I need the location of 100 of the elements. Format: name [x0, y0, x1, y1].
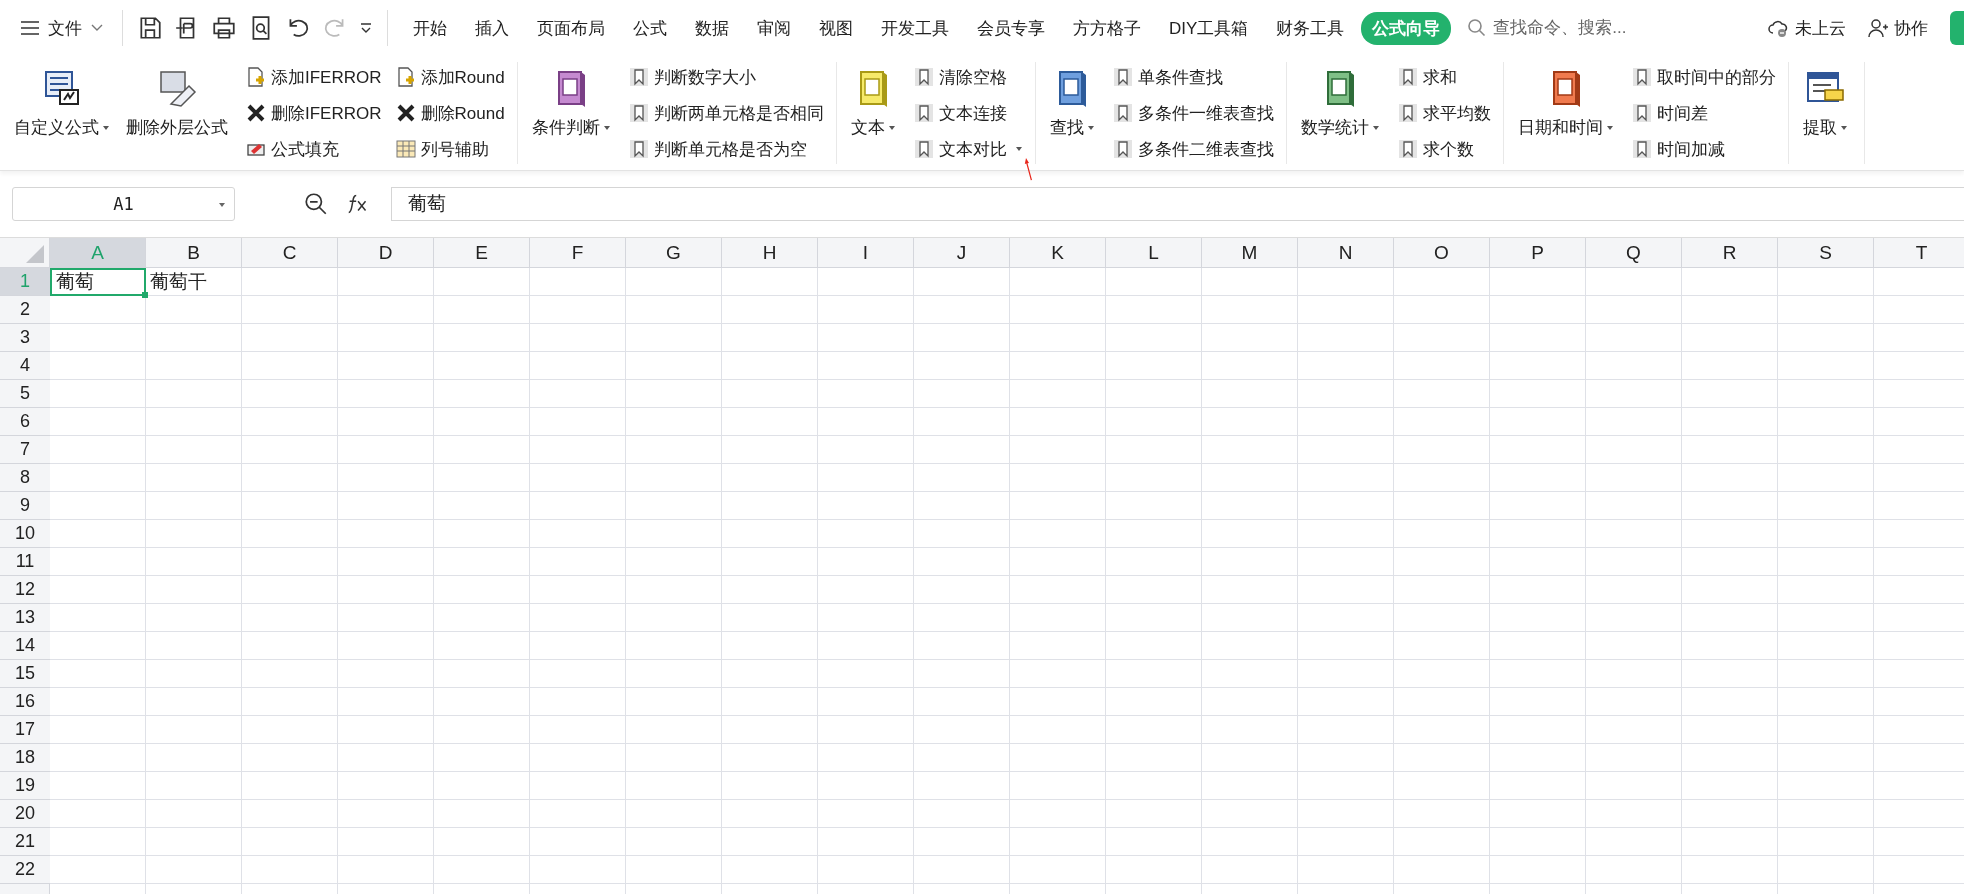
row-header[interactable]: 8 — [0, 464, 50, 492]
menu-tab[interactable]: 财务工具 — [1265, 11, 1356, 45]
column-header[interactable]: Q — [1586, 238, 1682, 268]
bookmark-icon — [913, 103, 934, 123]
collaborate-button[interactable]: 协作 — [1868, 16, 1928, 40]
bookmark-icon — [1112, 139, 1133, 159]
column-header[interactable]: C — [242, 238, 338, 268]
row-header[interactable]: 13 — [0, 604, 50, 632]
row-header[interactable]: 6 — [0, 408, 50, 436]
column-header[interactable]: M — [1202, 238, 1298, 268]
row-header[interactable]: 21 — [0, 828, 50, 856]
zoom-icon[interactable] — [303, 191, 329, 217]
menu-tab[interactable]: 公式 — [622, 11, 678, 45]
file-menu[interactable]: 文件 — [16, 12, 108, 44]
column-header[interactable]: P — [1490, 238, 1586, 268]
ribbon-button[interactable]: 删除外层公式 — [122, 62, 232, 164]
column-header[interactable]: R — [1682, 238, 1778, 268]
column-header[interactable]: O — [1394, 238, 1490, 268]
ribbon-button[interactable]: 多条件二维表查找 — [1112, 134, 1274, 164]
menu-tab[interactable]: 方方格子 — [1062, 11, 1152, 45]
menu-tab[interactable]: 开始 — [402, 11, 458, 45]
column-header[interactable]: G — [626, 238, 722, 268]
row-header[interactable]: 15 — [0, 660, 50, 688]
row-header[interactable]: 7 — [0, 436, 50, 464]
ribbon-button[interactable]: 添加IFERROR — [246, 62, 382, 92]
column-header[interactable]: D — [338, 238, 434, 268]
caret-icon — [1014, 145, 1023, 153]
row-header[interactable]: 2 — [0, 296, 50, 324]
row-header[interactable]: 19 — [0, 772, 50, 800]
eraser-icon — [157, 68, 197, 108]
ribbon-button[interactable]: 条件判断 — [527, 62, 615, 164]
menu-tab[interactable]: 审阅 — [746, 11, 802, 45]
column-header[interactable]: E — [434, 238, 530, 268]
row-header[interactable]: 3 — [0, 324, 50, 352]
row-header[interactable]: 10 — [0, 520, 50, 548]
ribbon-button[interactable]: 删除Round — [395, 98, 505, 128]
row-header[interactable]: 14 — [0, 632, 50, 660]
caret-icon — [1839, 123, 1848, 132]
column-header[interactable]: L — [1106, 238, 1202, 268]
bookmark-icon — [628, 103, 649, 123]
ribbon-button[interactable]: 时间差 — [1631, 98, 1776, 128]
ribbon-button[interactable]: 文本对比 — [913, 134, 1023, 164]
caret-icon — [102, 123, 110, 132]
column-header[interactable]: S — [1778, 238, 1874, 268]
ribbon-button[interactable]: 求平均数 — [1397, 98, 1491, 128]
row-header[interactable]: 12 — [0, 576, 50, 604]
menu-tab[interactable]: 开发工具 — [870, 11, 960, 45]
ribbon-button[interactable]: 求和 — [1397, 62, 1491, 92]
ribbon-button[interactable]: 查找 — [1045, 62, 1099, 164]
ribbon-button[interactable]: 自定义公式 — [10, 62, 114, 164]
column-header[interactable]: K — [1010, 238, 1106, 268]
menu-tab[interactable]: 数据 — [684, 11, 740, 45]
ribbon-button[interactable]: 多条件一维表查找 — [1112, 98, 1274, 128]
chevron-icon[interactable] — [359, 21, 373, 35]
row-header[interactable]: 18 — [0, 744, 50, 772]
menu-tab[interactable]: 会员专享 — [966, 11, 1056, 45]
ribbon-button[interactable]: 删除IFERROR — [246, 98, 382, 128]
ribbon-button[interactable]: 添加Round — [395, 62, 505, 92]
formula-field[interactable]: 葡萄 — [391, 187, 1964, 221]
ribbon-button[interactable]: 提取 — [1798, 62, 1852, 164]
row-header[interactable]: 16 — [0, 688, 50, 716]
menu-tab[interactable]: 视图 — [808, 11, 864, 45]
name-box[interactable]: A1 — [12, 187, 235, 221]
ribbon-button[interactable]: 判断数字大小 — [628, 62, 824, 92]
share-button[interactable] — [1950, 11, 1964, 45]
row-header[interactable]: 4 — [0, 352, 50, 380]
column-header[interactable]: I — [818, 238, 914, 268]
row-header[interactable]: 17 — [0, 716, 50, 744]
column-header[interactable]: J — [914, 238, 1010, 268]
row-header[interactable]: 9 — [0, 492, 50, 520]
ribbon-button[interactable]: 取时间中的部分 — [1631, 62, 1776, 92]
ribbon-button[interactable]: 求个数 — [1397, 134, 1491, 164]
row-header[interactable]: 11 — [0, 548, 50, 576]
caret-icon — [602, 123, 611, 132]
ribbon-button[interactable]: 文本 — [846, 62, 900, 164]
menu-tab[interactable]: 页面布局 — [526, 11, 616, 45]
ribbon-button[interactable]: 日期和时间 — [1513, 62, 1618, 164]
row-header[interactable]: 5 — [0, 380, 50, 408]
ribbon-button[interactable]: 清除空格 — [913, 62, 1023, 92]
print-icon[interactable] — [211, 15, 237, 41]
ribbon-button[interactable]: 列号辅助 — [395, 134, 505, 164]
ribbon-button[interactable]: 公式填充 — [246, 134, 382, 164]
ribbon-button[interactable]: 单条件查找 — [1112, 62, 1274, 92]
search-icon — [1467, 18, 1488, 38]
ribbon-button[interactable]: 数学统计 — [1296, 62, 1384, 164]
ribbon-button[interactable]: 判断单元格是否为空 — [628, 134, 824, 164]
ribbon-button[interactable]: 判断两单元格是否相同 — [628, 98, 824, 128]
column-header[interactable]: H — [722, 238, 818, 268]
menu-tab[interactable]: 插入 — [464, 11, 520, 45]
column-header[interactable]: N — [1298, 238, 1394, 268]
column-header[interactable]: F — [530, 238, 626, 268]
menu-tab[interactable]: DIY工具箱 — [1158, 11, 1260, 45]
cloud-status-button[interactable]: 未上云 — [1767, 16, 1846, 40]
save-icon[interactable] — [137, 15, 163, 41]
column-header[interactable]: T — [1874, 238, 1964, 268]
row-header[interactable]: 22 — [0, 856, 50, 884]
row-header[interactable]: 20 — [0, 800, 50, 828]
ribbon-button[interactable]: 时间加减 — [1631, 134, 1776, 164]
ribbon-button[interactable]: 文本连接 — [913, 98, 1023, 128]
column-header[interactable]: B — [146, 238, 242, 268]
